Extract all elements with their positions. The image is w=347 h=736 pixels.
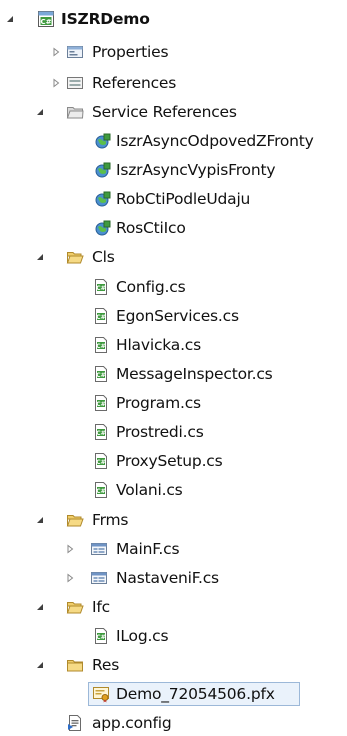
tree-node-properties[interactable]: Properties xyxy=(0,39,347,65)
folder-open-icon xyxy=(66,511,84,529)
tree-node-folder-frms[interactable]: Frms xyxy=(0,507,347,533)
tree-node-file[interactable]: app.config xyxy=(0,710,347,736)
collapsed-arrow-icon[interactable] xyxy=(50,46,62,58)
expanded-arrow-icon[interactable] xyxy=(34,659,46,671)
tree-node-label: IszrAsyncVypisFronty xyxy=(116,161,276,179)
csharp-file-icon xyxy=(92,336,110,354)
csharp-file-icon xyxy=(92,278,110,296)
tree-node-label: EgonServices.cs xyxy=(116,307,239,325)
tree-node-service-reference[interactable]: IszrAsyncVypisFronty xyxy=(0,157,347,183)
tree-node-label: Ifc xyxy=(92,598,110,616)
tree-node-label: RobCtiPodleUdaju xyxy=(116,190,251,208)
service-reference-icon xyxy=(94,219,112,237)
form-icon xyxy=(90,569,108,587)
properties-icon xyxy=(66,43,84,61)
tree-node-form[interactable]: NastaveniF.cs xyxy=(0,565,347,591)
tree-node-label: ISZRDemo xyxy=(61,10,150,28)
service-reference-icon xyxy=(94,161,112,179)
tree-node-folder-cls[interactable]: Cls xyxy=(0,244,347,270)
service-reference-icon xyxy=(94,190,112,208)
tree-node-file[interactable]: ProxySetup.cs xyxy=(0,448,347,474)
tree-node-label: RosCtiIco xyxy=(116,219,186,237)
service-reference-icon xyxy=(94,132,112,150)
csharp-file-icon xyxy=(92,481,110,499)
tree-node-folder-res[interactable]: Res xyxy=(0,652,347,678)
tree-node-file[interactable]: ILog.cs xyxy=(0,623,347,649)
collapsed-arrow-icon[interactable] xyxy=(64,572,76,584)
expanded-arrow-icon[interactable] xyxy=(34,601,46,613)
tree-node-label: Prostredi.cs xyxy=(116,423,204,441)
tree-node-file[interactable]: Program.cs xyxy=(0,390,347,416)
folder-open-icon xyxy=(66,248,84,266)
form-icon xyxy=(90,540,108,558)
tree-node-label: Res xyxy=(92,656,120,674)
tree-node-service-references[interactable]: Service References xyxy=(0,99,347,125)
tree-node-label: Cls xyxy=(92,248,115,266)
collapsed-arrow-icon[interactable] xyxy=(64,543,76,555)
tree-node-file[interactable]: Volani.cs xyxy=(0,477,347,503)
tree-node-label: MainF.cs xyxy=(116,540,180,558)
folder-open-icon xyxy=(66,598,84,616)
csharp-file-icon xyxy=(92,452,110,470)
tree-node-label: Hlavicka.cs xyxy=(116,336,201,354)
tree-node-label: Config.cs xyxy=(116,278,186,296)
collapsed-arrow-icon[interactable] xyxy=(50,77,62,89)
csharp-file-icon xyxy=(92,307,110,325)
tree-node-form[interactable]: MainF.cs xyxy=(0,536,347,562)
tree-node-label: MessageInspector.cs xyxy=(116,365,273,383)
expanded-arrow-icon[interactable] xyxy=(34,106,46,118)
tree-node-label: Demo_72054506.pfx xyxy=(116,685,275,703)
folder-icon xyxy=(66,103,84,121)
tree-node-file[interactable]: Hlavicka.cs xyxy=(0,332,347,358)
tree-node-file-selected[interactable]: Demo_72054506.pfx xyxy=(0,681,347,707)
tree-node-service-reference[interactable]: RosCtiIco xyxy=(0,215,347,241)
tree-node-file[interactable]: MessageInspector.cs xyxy=(0,361,347,387)
csharp-file-icon xyxy=(92,627,110,645)
csharp-file-icon xyxy=(92,423,110,441)
tree-node-service-reference[interactable]: RobCtiPodleUdaju xyxy=(0,186,347,212)
config-file-icon xyxy=(66,714,84,732)
tree-node-label: Frms xyxy=(92,511,129,529)
tree-node-file[interactable]: Config.cs xyxy=(0,274,347,300)
tree-node-label: References xyxy=(92,74,177,92)
folder-icon xyxy=(66,656,84,674)
tree-node-file[interactable]: Prostredi.cs xyxy=(0,419,347,445)
tree-node-label: Program.cs xyxy=(116,394,201,412)
tree-node-label: ProxySetup.cs xyxy=(116,452,223,470)
csharp-file-icon xyxy=(92,365,110,383)
tree-node-label: Service References xyxy=(92,103,237,121)
tree-node-label: Volani.cs xyxy=(116,481,183,499)
tree-node-label: app.config xyxy=(92,714,172,732)
tree-node-project[interactable]: ISZRDemo xyxy=(0,6,347,32)
tree-node-label: NastaveniF.cs xyxy=(116,569,219,587)
expanded-arrow-icon[interactable] xyxy=(34,514,46,526)
tree-node-service-reference[interactable]: IszrAsyncOdpovedZFronty xyxy=(0,128,347,154)
tree-node-label: Properties xyxy=(92,43,169,61)
csharp-project-icon xyxy=(37,10,55,28)
tree-node-label: ILog.cs xyxy=(116,627,169,645)
expanded-arrow-icon[interactable] xyxy=(4,13,16,25)
tree-node-folder-ifc[interactable]: Ifc xyxy=(0,594,347,620)
references-icon xyxy=(66,74,84,92)
tree-node-label: IszrAsyncOdpovedZFronty xyxy=(116,132,314,150)
tree-node-references[interactable]: References xyxy=(0,70,347,96)
certificate-icon xyxy=(92,685,110,703)
csharp-file-icon xyxy=(92,394,110,412)
tree-node-file[interactable]: EgonServices.cs xyxy=(0,303,347,329)
expanded-arrow-icon[interactable] xyxy=(34,251,46,263)
